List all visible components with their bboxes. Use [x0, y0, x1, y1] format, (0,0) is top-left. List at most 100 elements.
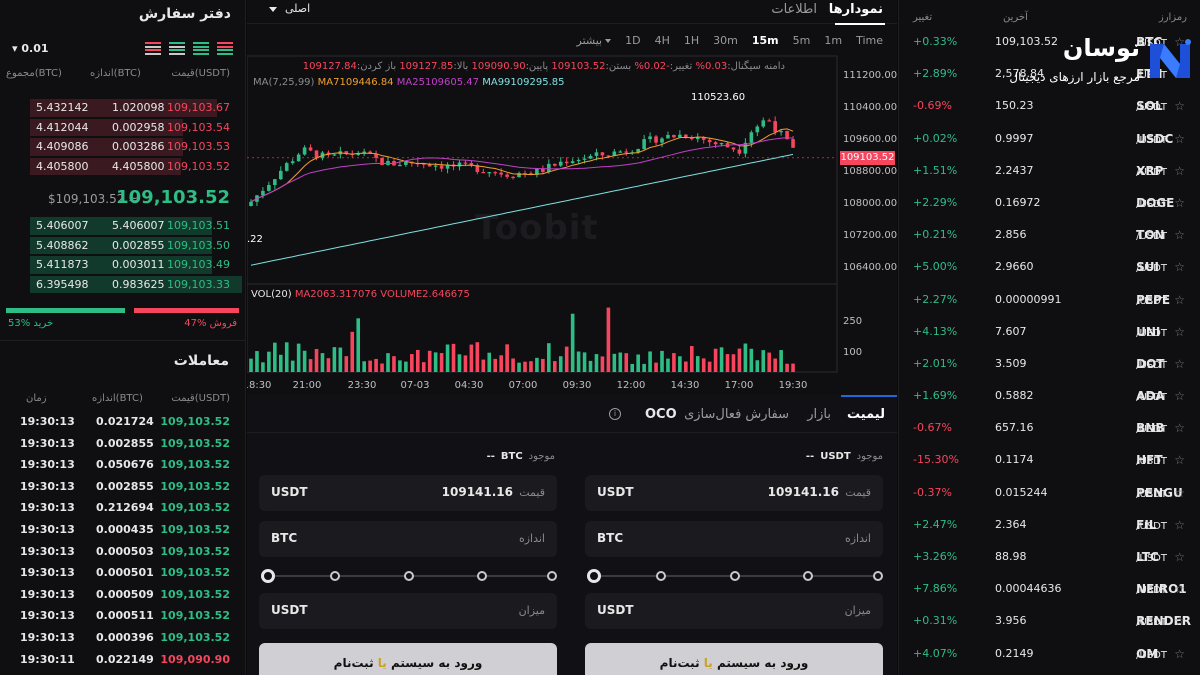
ohlc-legend: دامنه سیگنال:0.03% تغییر:-0.02% بستن:109… — [302, 61, 785, 72]
market-row[interactable]: +0.02% 0.9997 USDC/USDT ☆ — [899, 123, 1200, 155]
ask-row[interactable]: 5.432142 1.020098 109,103.67 — [0, 98, 245, 118]
sell-price-input[interactable]: USDT 109141.16 قیمت — [259, 475, 557, 511]
market-row[interactable]: -0.67% 657.16 BNB/USDT ☆ — [899, 412, 1200, 444]
candle — [439, 165, 444, 169]
volume-bar — [588, 360, 593, 372]
view-bids-icon[interactable] — [169, 42, 185, 55]
volume-bar — [445, 344, 450, 372]
ma25-line — [250, 137, 794, 203]
buy-price-input[interactable]: USDT 109141.16 قیمت — [585, 475, 883, 511]
volume-bar — [791, 363, 795, 372]
volume-bar — [350, 331, 355, 372]
market-row[interactable]: +0.21% 2.856 TON/USDT ☆ — [899, 219, 1200, 251]
time-tick-label: 07:00 — [509, 380, 538, 391]
candle — [582, 158, 587, 160]
market-row[interactable]: +7.86% 0.00044636 NEIRO1/USDT ☆ — [899, 573, 1200, 605]
time-tick-label: 07-03 — [400, 380, 429, 391]
sell-amount-input[interactable]: USDT میزان — [259, 593, 557, 629]
ask-row[interactable]: 4.412044 0.002958 109,103.54 — [0, 118, 245, 138]
market-row[interactable]: -0.37% 0.015244 PENGU/USDT ☆ — [899, 477, 1200, 509]
candle — [600, 152, 605, 156]
price-tick-label: 111200.00 — [843, 70, 897, 81]
candle — [558, 161, 563, 166]
favorite-star-icon[interactable]: ☆ — [1174, 123, 1185, 155]
favorite-star-icon[interactable]: ☆ — [1174, 509, 1185, 541]
volume-bar — [439, 353, 444, 372]
favorite-star-icon[interactable]: ☆ — [1174, 573, 1185, 605]
precision-select[interactable]: ▾ 0.01 — [12, 42, 49, 55]
market-row[interactable]: +4.13% 7.607 UNI/USDT ☆ — [899, 316, 1200, 348]
market-symbol: BNB/USDT — [1136, 421, 1167, 436]
buy-amount-input[interactable]: USDT میزان — [585, 593, 883, 629]
sell-size-input[interactable]: BTC اندازه — [259, 521, 557, 557]
ask-row[interactable]: 4.405800 4.405800 109,103.52 — [0, 157, 245, 177]
bid-row[interactable]: 5.411873 0.003011 109,103.49 — [0, 255, 245, 275]
order-book-header: مجموع(BTC) اندازه(BTC) قیمت(USDT) — [6, 68, 230, 79]
sell-login-button[interactable]: ورود به سیستم یا ثبت‌نام — [259, 643, 557, 675]
favorite-star-icon[interactable]: ☆ — [1174, 444, 1185, 476]
market-row[interactable]: +1.69% 0.5882 ADA/USDT ☆ — [899, 380, 1200, 412]
buy-size-input[interactable]: BTC اندازه — [585, 521, 883, 557]
order-book-panel: دفتر سفارش ▾ 0.01 مجموع(BTC) اندازه(BTC)… — [0, 0, 246, 340]
candle — [308, 147, 313, 151]
market-row[interactable]: +3.26% 88.98 LTC/USDT ☆ — [899, 541, 1200, 573]
tab-trigger[interactable]: سفارش فعال‌سازی — [684, 407, 789, 422]
market-row[interactable]: +0.31% 3.956 RENDER/USDT ☆ — [899, 605, 1200, 637]
favorite-star-icon[interactable]: ☆ — [1174, 541, 1185, 573]
bid-row[interactable]: 6.395498 0.983625 109,103.33 — [0, 275, 245, 295]
info-icon[interactable]: i — [609, 408, 621, 420]
market-row[interactable]: +1.51% 2.2437 XRP/USDT ☆ — [899, 155, 1200, 187]
volume-bar — [261, 362, 265, 372]
market-symbol: TON/USDT — [1136, 228, 1167, 243]
asks-list: 5.432142 1.020098 109,103.67 4.412044 0.0029… — [0, 98, 245, 177]
market-row[interactable]: +2.01% 3.509 DOT/USDT ☆ — [899, 348, 1200, 380]
favorite-star-icon[interactable]: ☆ — [1174, 638, 1185, 670]
volume-bar — [684, 361, 688, 372]
market-row[interactable]: +2.27% 0.00000991 PEPE/USDT ☆ — [899, 284, 1200, 316]
ask-row[interactable]: 4.409086 0.003286 109,103.53 — [0, 137, 245, 157]
market-row[interactable]: +2.29% 0.16972 DOGE/USDT ☆ — [899, 187, 1200, 219]
sell-percent-slider[interactable] — [261, 569, 557, 583]
favorite-star-icon[interactable]: ☆ — [1174, 477, 1185, 509]
bid-row[interactable]: 5.406007 5.406007 109,103.51 — [0, 216, 245, 236]
market-symbol: HFT/USDT — [1136, 453, 1167, 468]
favorite-star-icon[interactable]: ☆ — [1174, 412, 1185, 444]
candle — [660, 138, 664, 143]
volume-bar — [761, 350, 766, 372]
candlestick-chart[interactable]: 111200.00 110400.00 109600.00 108800.00 1080… — [247, 0, 897, 395]
view-both-icon[interactable] — [217, 42, 233, 55]
volume-bar — [552, 361, 557, 372]
view-bids-only-icon[interactable] — [193, 42, 209, 55]
tab-limit[interactable]: لیمیت — [847, 407, 885, 422]
market-row[interactable]: +5.00% 2.9660 SUI/USDT ☆ — [899, 251, 1200, 283]
volume-bar — [547, 343, 551, 372]
candle — [618, 151, 623, 153]
tab-market[interactable]: بازار — [807, 407, 831, 422]
favorite-star-icon[interactable]: ☆ — [1174, 284, 1185, 316]
favorite-star-icon[interactable]: ☆ — [1174, 380, 1185, 412]
volume-tick-label: 100 — [843, 347, 862, 358]
volume-bar — [594, 354, 599, 372]
candle — [267, 185, 271, 191]
market-row[interactable]: -15.30% 0.1174 HFT/USDT ☆ — [899, 444, 1200, 476]
view-asks-icon[interactable] — [145, 42, 161, 55]
buy-login-button[interactable]: ورود به سیستم یا ثبت‌نام — [585, 643, 883, 675]
favorite-star-icon[interactable]: ☆ — [1174, 187, 1185, 219]
favorite-star-icon[interactable]: ☆ — [1174, 316, 1185, 348]
buy-percent-slider[interactable] — [587, 569, 883, 583]
favorite-star-icon[interactable]: ☆ — [1174, 348, 1185, 380]
bid-row[interactable]: 5.408862 0.002855 109,103.50 — [0, 236, 245, 256]
favorite-star-icon[interactable]: ☆ — [1174, 605, 1185, 637]
trade-row: 19:30:13 0.050676 109,103.52 — [20, 458, 230, 472]
favorite-star-icon[interactable]: ☆ — [1174, 219, 1185, 251]
tab-oco[interactable]: OCO — [645, 407, 677, 422]
market-row[interactable]: +2.47% 2.364 FIL/USDT ☆ — [899, 509, 1200, 541]
candle — [713, 142, 718, 145]
market-row[interactable]: +4.07% 0.2149 OM/USDT ☆ — [899, 638, 1200, 670]
favorite-star-icon[interactable]: ☆ — [1174, 155, 1185, 187]
volume-bar — [541, 358, 545, 372]
favorite-star-icon[interactable]: ☆ — [1174, 251, 1185, 283]
candle — [278, 170, 283, 180]
candle — [499, 172, 503, 175]
volume-bar — [743, 343, 748, 372]
